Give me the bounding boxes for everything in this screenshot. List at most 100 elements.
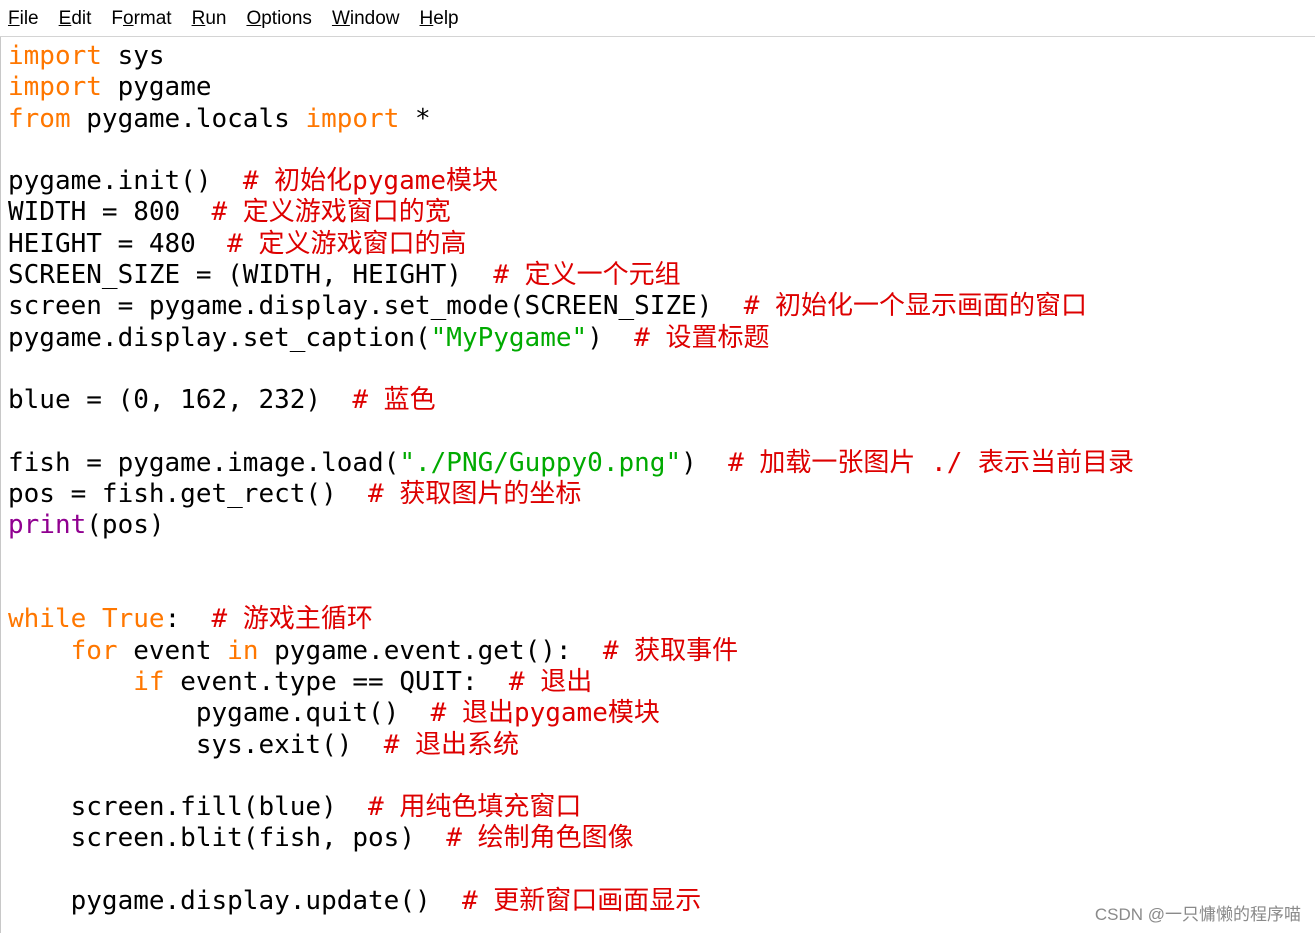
code-line: import pygame xyxy=(8,72,1134,103)
code-line: pygame.display.update() # 更新窗口画面显示 xyxy=(8,886,1134,917)
code-line: HEIGHT = 480 # 定义游戏窗口的高 xyxy=(8,229,1134,260)
menu-run[interactable]: Run xyxy=(182,0,237,36)
keyword-token: from xyxy=(8,103,71,134)
code-line: from pygame.locals import * xyxy=(8,104,1134,135)
code-token: : xyxy=(164,604,212,635)
keyword-token: import xyxy=(8,72,102,103)
menu-window[interactable]: Window xyxy=(322,0,410,36)
code-line: import sys xyxy=(8,41,1134,72)
code-text-area[interactable]: import sys import pygame from pygame.local… xyxy=(8,41,1134,917)
menu-format[interactable]: Format xyxy=(101,0,181,36)
menu-label-rest: dit xyxy=(71,8,92,29)
code-token: event.type == QUIT: xyxy=(164,666,509,697)
comment-token: # 加载一张图片 ./ 表示当前目录 xyxy=(728,447,1134,478)
code-token: SCREEN_SIZE = (WIDTH, HEIGHT) xyxy=(8,260,494,291)
comment-token: # 绘制角色图像 xyxy=(446,823,634,854)
code-token: pos = fish.get_rect() xyxy=(8,479,369,510)
menu-file[interactable]: File xyxy=(0,0,49,36)
comment-token: # 定义一个元组 xyxy=(493,260,681,291)
code-line: pygame.display.set_caption("MyPygame") #… xyxy=(8,323,1134,354)
comment-token: # 获取图片的坐标 xyxy=(368,479,582,510)
keyword-token: import xyxy=(305,103,400,134)
menu-label-rest: rmat xyxy=(133,8,172,29)
menu-label-rest: un xyxy=(205,8,227,29)
code-token: screen.blit(fish, pos) xyxy=(8,823,447,854)
code-token: pygame.locals xyxy=(70,103,306,134)
code-token: HEIGHT = 480 xyxy=(8,228,228,259)
menu-options[interactable]: Options xyxy=(236,0,321,36)
code-token: pygame.display.update() xyxy=(8,886,462,917)
keyword-token: True xyxy=(101,604,165,635)
code-line: sys.exit() # 退出系统 xyxy=(8,730,1134,761)
code-line: if event.type == QUIT: # 退出 xyxy=(8,667,1134,698)
string-token: "MyPygame" xyxy=(430,322,588,353)
keyword-token: for xyxy=(70,635,118,666)
code-line: SCREEN_SIZE = (WIDTH, HEIGHT) # 定义一个元组 xyxy=(8,260,1134,291)
menu-mnemonic: W xyxy=(331,8,350,29)
keyword-token: in xyxy=(227,635,259,666)
code-token: screen.fill(blue) xyxy=(8,792,369,823)
code-line: screen.blit(fish, pos) # 绘制角色图像 xyxy=(8,823,1134,854)
code-token: sys.exit() xyxy=(8,729,384,760)
comment-token: # 定义游戏窗口的宽 xyxy=(211,197,451,228)
comment-token: # 蓝色 xyxy=(352,385,436,416)
menu-help[interactable]: Help xyxy=(410,0,469,36)
code-token: pygame.init() xyxy=(8,166,243,197)
menu-mnemonic: F xyxy=(8,8,20,29)
code-token: ) xyxy=(587,322,635,353)
menu-label-rest: ile xyxy=(19,8,39,29)
code-line: for event in pygame.event.get(): # 获取事件 xyxy=(8,636,1134,667)
comment-token: # 退出系统 xyxy=(383,729,519,760)
comment-token: # 获取事件 xyxy=(602,635,739,666)
menu-label-prefix: F xyxy=(111,8,123,29)
menu-mnemonic: E xyxy=(58,8,72,29)
code-token: sys xyxy=(101,41,165,71)
builtin-token: print xyxy=(8,510,87,541)
code-token: * xyxy=(399,103,431,134)
code-token: pygame.event.get(): xyxy=(258,635,603,666)
comment-token: # 用纯色填充窗口 xyxy=(368,792,582,823)
code-line: screen = pygame.display.set_mode(SCREEN_… xyxy=(8,291,1134,322)
code-token: pygame.display.set_caption( xyxy=(8,322,431,353)
comment-token: # 退出 xyxy=(508,666,593,697)
code-line: pygame.init() # 初始化pygame模块 xyxy=(8,166,1134,197)
menu-label-rest: indow xyxy=(349,8,400,29)
menu-mnemonic: H xyxy=(419,8,434,29)
code-line: screen.fill(blue) # 用纯色填充窗口 xyxy=(8,792,1134,823)
keyword-token: while xyxy=(8,604,87,635)
comment-token: # 初始化pygame模块 xyxy=(242,166,499,197)
code-line: while True: # 游戏主循环 xyxy=(8,604,1134,635)
string-token: "./PNG/Guppy0.png" xyxy=(399,447,682,478)
code-token: screen = pygame.display.set_mode(SCREEN_… xyxy=(8,291,744,322)
code-token: ) xyxy=(681,447,729,478)
code-token: event xyxy=(117,635,228,666)
code-line: fish = pygame.image.load("./PNG/Guppy0.p… xyxy=(8,448,1134,479)
menu-edit[interactable]: Edit xyxy=(49,0,102,36)
comment-token: # 更新窗口画面显示 xyxy=(461,886,702,917)
menu-bar: File Edit Format Run Options Window Help xyxy=(0,0,1315,37)
code-line: pos = fish.get_rect() # 获取图片的坐标 xyxy=(8,479,1134,510)
code-line: pygame.quit() # 退出pygame模块 xyxy=(8,698,1134,729)
menu-label-rest: ptions xyxy=(261,8,312,29)
code-line: print(pos) xyxy=(8,510,1134,541)
code-token: blue = (0, 162, 232) xyxy=(8,385,353,416)
keyword-token: import xyxy=(8,41,102,71)
menu-mnemonic: R xyxy=(191,8,206,29)
code-line: blue = (0, 162, 232) # 蓝色 xyxy=(8,385,1134,416)
comment-token: # 设置标题 xyxy=(634,322,770,353)
menu-label-rest: elp xyxy=(433,8,459,29)
code-token: fish = pygame.image.load( xyxy=(8,447,400,478)
code-token: WIDTH = 800 xyxy=(8,197,212,228)
comment-token: # 定义游戏窗口的高 xyxy=(227,228,467,259)
code-editor[interactable]: import sys import pygame from pygame.local… xyxy=(0,37,1315,933)
code-line: WIDTH = 800 # 定义游戏窗口的宽 xyxy=(8,197,1134,228)
